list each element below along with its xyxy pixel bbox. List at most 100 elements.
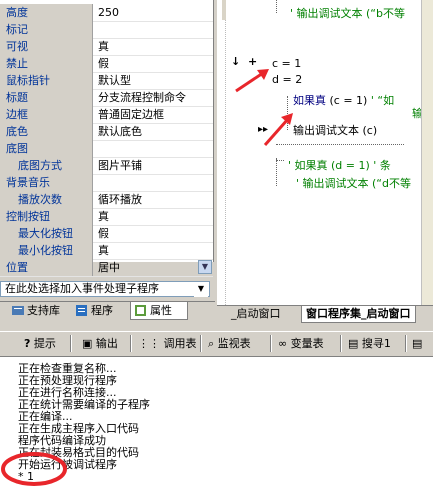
prop-value[interactable]: 图片平铺 (95, 157, 213, 174)
prop-value[interactable]: 真 (95, 242, 213, 259)
vertical-scrollbar[interactable] (421, 0, 433, 305)
prop-row-disabled[interactable]: 禁止 假 (0, 55, 213, 73)
code-comment-output[interactable]: ' 输出调试文本 (“d不等 (296, 175, 411, 191)
chevron-down-icon[interactable]: ▼ (194, 283, 208, 297)
prop-value[interactable]: 假 (95, 55, 213, 72)
watch-label: 监视表 (217, 337, 251, 350)
prop-value[interactable]: 分支流程控制命令 (95, 89, 213, 106)
prop-row-visible[interactable]: 可视 真 (0, 38, 213, 56)
prop-row-play-count[interactable]: 播放次数 循环播放 (0, 191, 213, 209)
prop-name: 底图方式 (0, 157, 93, 174)
if-keyword: 如果真 (293, 94, 326, 107)
prop-row-height[interactable]: 高度 250 (0, 4, 213, 22)
prop-value[interactable] (95, 174, 213, 191)
prop-row-position[interactable]: 位置 居中 ▼ (0, 259, 213, 277)
prop-row-max-button[interactable]: 最大化按钮 假 (0, 225, 213, 243)
prop-name: 底图 (0, 140, 93, 157)
annotation-arrow-icon (235, 69, 269, 93)
prop-row-control-box[interactable]: 控制按钮 真 (0, 208, 213, 226)
flow-line (276, 160, 284, 161)
annotation-circle-icon (1, 452, 67, 486)
output-line: 正在统计需要编译的子程序 (18, 398, 150, 411)
tab-window-assembly[interactable]: 窗口程序集_启动窗口 (301, 306, 416, 323)
glasses-icon: ∞ (278, 337, 288, 350)
call-stack-tab[interactable]: ⋮⋮ 调用表 (136, 335, 197, 352)
prop-value[interactable]: 循环播放 (95, 191, 213, 208)
flow-line (276, 158, 277, 186)
output-line: 正在生成主程序入口代码 (18, 422, 139, 435)
prop-row-bgimage-mode[interactable]: 底图方式 图片平铺 (0, 157, 213, 175)
variables-tab[interactable]: ∞ 变量表 (276, 335, 324, 352)
code-assign-d[interactable]: d = 2 (272, 73, 302, 86)
prop-value[interactable]: 假 (95, 225, 213, 242)
prop-row-border[interactable]: 边框 普通固定边框 (0, 106, 213, 124)
prop-name: 高度 (0, 4, 93, 21)
more-tab-icon[interactable]: ▤ (410, 335, 422, 352)
output-toolbar: ? 提示 ▣ 输出 ⋮⋮ 调用表 ⌕ 监视表 ∞ 变量表 ▤ 搜寻1 ▤ (0, 331, 433, 357)
toolbar-separator (200, 335, 202, 352)
tab-start-window[interactable]: _启动窗口 (227, 306, 285, 322)
tab-properties[interactable]: 属性 (130, 302, 188, 320)
prop-row-cursor[interactable]: 鼠标指针 默认型 (0, 72, 213, 90)
code-editor[interactable] (217, 0, 433, 305)
prop-row-title[interactable]: 标题 分支流程控制命令 (0, 89, 213, 107)
output-label: 输出 (95, 337, 118, 350)
code-assign-c[interactable]: c = 1 (272, 57, 301, 70)
search1-tab[interactable]: ▤ 搜寻1 (346, 335, 391, 352)
output-line: 正在进行名称连接... (18, 386, 117, 399)
code-comment-if[interactable]: ' 如果真 (d = 1) ' 条 (288, 157, 391, 173)
output-line: 正在预处理现行程序 (18, 374, 117, 387)
tab-support-library[interactable]: 支持库 (8, 302, 70, 320)
code-output-call[interactable]: 输出调试文本 (c) (293, 122, 377, 138)
program-icon (76, 305, 87, 316)
prop-row-bgcolor[interactable]: 底色 默认底色 (0, 123, 213, 141)
prop-row-bgmusic[interactable]: 背景音乐 (0, 174, 213, 192)
output-line: 程序代码编译成功 (18, 434, 106, 447)
prop-name: 标记 (0, 21, 93, 38)
code-comment-line[interactable]: ' 输出调试文本 (“b不等 (290, 5, 405, 21)
prop-name: 位置 (0, 259, 93, 276)
watch-tab[interactable]: ⌕ 监视表 (206, 335, 251, 352)
code-if-keyword[interactable]: 如果真 (c = 1) ' “如 (293, 92, 394, 108)
hint-label: 提示 (33, 337, 56, 350)
prop-row-tag[interactable]: 标记 (0, 21, 213, 39)
editor-gutter (217, 0, 226, 305)
prop-row-bgimage[interactable]: 底图 (0, 140, 213, 158)
toolbar-separator (130, 335, 132, 352)
splitter-handle[interactable] (222, 0, 226, 20)
prop-name: 最小化按钮 (0, 242, 93, 259)
prop-value[interactable] (95, 21, 213, 38)
prop-value[interactable]: 真 (95, 38, 213, 55)
find-icon: ▤ (348, 337, 359, 350)
tab-label: 程序 (91, 304, 113, 317)
left-panel-tabs: 支持库 程序 属性 (0, 301, 215, 322)
flow-line (276, 0, 277, 13)
prop-value[interactable]: 居中 (95, 259, 213, 276)
toolbar-separator (270, 335, 272, 352)
prop-value[interactable]: 默认型 (95, 72, 213, 89)
prop-value[interactable]: 普通固定边框 (95, 106, 213, 123)
tab-label: 支持库 (27, 304, 60, 317)
prop-name: 边框 (0, 106, 93, 123)
prop-value[interactable]: 真 (95, 208, 213, 225)
prop-row-min-button[interactable]: 最小化按钮 真 (0, 242, 213, 260)
hint-tab[interactable]: ? 提示 (22, 335, 56, 352)
tab-label: 属性 (150, 304, 172, 317)
properties-icon (135, 305, 146, 316)
prop-name: 底色 (0, 123, 93, 140)
call-stack-icon: ⋮⋮ (138, 337, 160, 350)
tab-program[interactable]: 程序 (72, 302, 128, 320)
chevron-down-icon[interactable]: ▼ (198, 260, 212, 274)
event-select-label: 在此处选择加入事件处理子程序 (5, 282, 159, 295)
prop-value[interactable]: 250 (95, 4, 213, 21)
prop-value[interactable] (95, 140, 213, 157)
prop-name: 背景音乐 (0, 174, 93, 191)
prop-name: 禁止 (0, 55, 93, 72)
prop-name: 最大化按钮 (0, 225, 93, 242)
call-stack-label: 调用表 (163, 337, 197, 350)
toolbar-separator (405, 335, 407, 352)
prop-value[interactable]: 默认底色 (95, 123, 213, 140)
prop-name: 标题 (0, 89, 93, 106)
output-tab[interactable]: ▣ 输出 (80, 335, 118, 352)
event-handler-select[interactable]: 在此处选择加入事件处理子程序 ▼ (0, 281, 210, 297)
